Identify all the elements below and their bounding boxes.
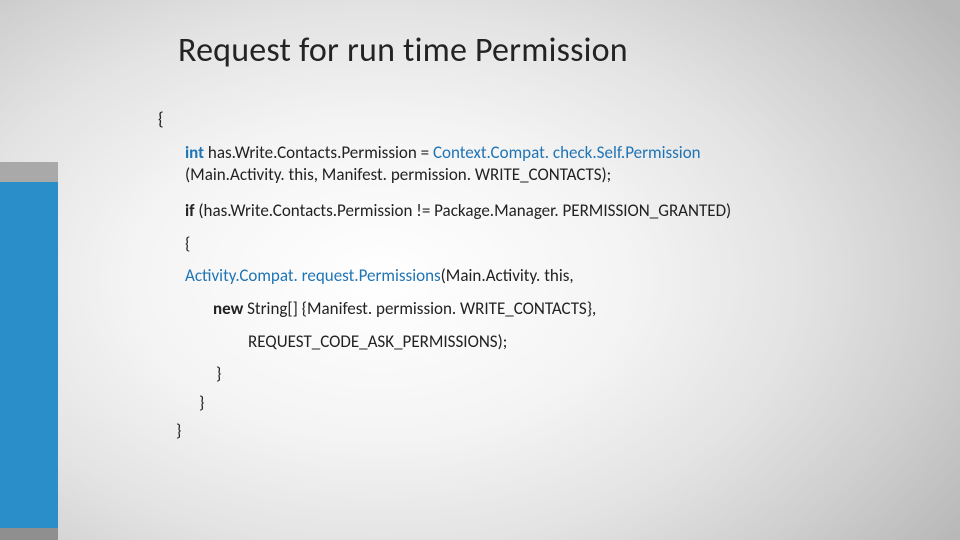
code-line-1b: (Main.Activity. this, Manifest. permissi… [185, 164, 611, 185]
code-newstring-rest: String[] {Manifest. permission. WRITE_CO… [247, 298, 596, 319]
keyword-if: if [185, 200, 198, 221]
code-call-request: Activity.Compat. request.Permissions [185, 265, 441, 286]
keyword-int: int [185, 142, 208, 163]
code-close-brace-1: } [216, 363, 221, 384]
code-line-reqcode: REQUEST_CODE_ASK_PERMISSIONS); [248, 331, 507, 352]
slide: Request for run time Permission { int ha… [0, 0, 960, 540]
code-line-newstring: new String[] {Manifest. permission. WRIT… [213, 298, 596, 319]
code-if-cond: (has.Write.Contacts.Permission != Packag… [198, 200, 731, 221]
code-open-brace-2: { [185, 233, 190, 254]
code-request-args: (Main.Activity. this, [441, 265, 574, 286]
code-call-checkself: Context.Compat. check.Self.Permission [433, 142, 701, 163]
code-line-request: Activity.Compat. request.Permissions(Mai… [185, 265, 574, 286]
code-close-brace-2: } [199, 392, 204, 413]
slide-title: Request for run time Permission [178, 30, 628, 71]
keyword-new: new [213, 298, 247, 319]
accent-bar-bottom [0, 528, 58, 540]
code-open-brace: { [158, 108, 164, 130]
accent-bar-mid [0, 182, 58, 528]
accent-bar-top [0, 162, 58, 182]
accent-bar [0, 162, 58, 540]
code-line-1: int has.Write.Contacts.Permission = Cont… [185, 142, 701, 186]
code-var: has.Write.Contacts.Permission = [208, 142, 433, 163]
code-line-if: if (has.Write.Contacts.Permission != Pac… [185, 200, 731, 221]
code-close-brace-3: } [176, 420, 181, 441]
